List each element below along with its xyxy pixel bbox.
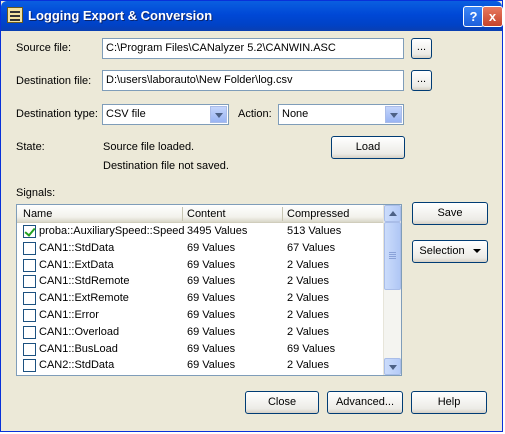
- signal-checkbox[interactable]: [23, 275, 36, 289]
- signal-checkbox[interactable]: [23, 325, 36, 339]
- title-bar[interactable]: Logging Export & Conversion ? x: [1, 1, 503, 31]
- scroll-down-icon[interactable]: [384, 358, 401, 375]
- table-row[interactable]: CAN1::StdData 69 Values 67 Values: [17, 240, 385, 257]
- action-label: Action:: [238, 108, 272, 120]
- signal-compressed: 2 Values: [287, 275, 329, 288]
- signal-checkbox[interactable]: [23, 342, 36, 356]
- source-file-label: Source file:: [16, 42, 72, 54]
- column-header-content[interactable]: Content: [187, 208, 226, 220]
- selection-label: Selection: [419, 245, 465, 257]
- destination-file-input[interactable]: D:\users\laborauto\New Folder\log.csv: [102, 70, 404, 91]
- scroll-up-icon[interactable]: [384, 205, 401, 222]
- signal-compressed: 67 Values: [287, 241, 336, 254]
- help-button[interactable]: Help: [411, 391, 487, 414]
- signal-checkbox[interactable]: [23, 258, 36, 272]
- window-title: Logging Export & Conversion: [28, 8, 213, 23]
- selection-button[interactable]: Selection: [412, 240, 488, 263]
- signal-checkbox[interactable]: [23, 309, 36, 322]
- destination-browse-button[interactable]: ...: [411, 70, 432, 91]
- column-separator[interactable]: [182, 207, 183, 221]
- signal-content: 3495 Values: [187, 225, 248, 237]
- signals-header: Name Content Compressed: [17, 205, 385, 223]
- close-button[interactable]: Close: [245, 391, 319, 414]
- destination-file-label: Destination file:: [16, 75, 92, 87]
- signal-name: CAN1::StdRemote: [39, 275, 130, 288]
- signal-content: 69 Values: [187, 275, 236, 288]
- signal-compressed: 2 Values: [287, 292, 329, 305]
- destination-type-select[interactable]: CSV file: [102, 104, 229, 125]
- table-row[interactable]: CAN1::Error 69 Values 2 Values: [17, 307, 385, 324]
- action-select[interactable]: None: [278, 104, 404, 125]
- table-row[interactable]: CAN1::StdRemote 69 Values 2 Values: [17, 273, 385, 290]
- destination-type-value: CSV file: [106, 108, 146, 120]
- destination-type-label: Destination type:: [16, 108, 98, 120]
- signal-content: 69 Values: [187, 359, 236, 372]
- signal-content: 69 Values: [187, 292, 236, 305]
- state-line-1: Source file loaded.: [103, 141, 195, 153]
- signal-compressed: 2 Values: [287, 359, 329, 372]
- signals-list[interactable]: Name Content Compressed proba::Auxiliary…: [16, 204, 402, 376]
- signal-checkbox[interactable]: [23, 241, 36, 255]
- signal-name: proba::AuxiliarySpeed::Speed: [39, 225, 185, 237]
- signal-compressed: 513 Values: [287, 225, 342, 237]
- load-button[interactable]: Load: [331, 136, 405, 159]
- signal-content: 69 Values: [187, 258, 236, 271]
- save-button[interactable]: Save: [412, 202, 488, 225]
- table-row[interactable]: proba::AuxiliarySpeed::Speed 3495 Values 5…: [17, 223, 385, 240]
- logging-export-dialog: Logging Export & Conversion ? x Source f…: [0, 0, 503, 432]
- app-icon: [7, 7, 23, 23]
- table-row[interactable]: CAN1::Overload 69 Values 2 Values: [17, 324, 385, 341]
- signal-name: CAN1::ExtRemote: [39, 292, 129, 305]
- signal-name: CAN1::Overload: [39, 325, 120, 338]
- column-header-compressed[interactable]: Compressed: [287, 208, 349, 220]
- table-row[interactable]: CAN2::StdData 69 Values 2 Values: [17, 357, 385, 374]
- signals-label: Signals:: [16, 187, 56, 199]
- signal-checkbox[interactable]: [23, 359, 36, 373]
- signal-checkbox[interactable]: [23, 225, 36, 238]
- column-separator[interactable]: [282, 207, 283, 221]
- signal-content: 69 Values: [187, 325, 236, 338]
- source-browse-button[interactable]: ...: [411, 38, 432, 59]
- table-row[interactable]: CAN1::BusLoad 69 Values 69 Values: [17, 341, 385, 358]
- action-value: None: [282, 108, 309, 120]
- chevron-down-icon[interactable]: [210, 106, 227, 123]
- dropdown-arrow-icon: [472, 249, 481, 254]
- signal-name: CAN2::StdData: [39, 359, 115, 372]
- table-row[interactable]: CAN1::ExtData 69 Values 2 Values: [17, 257, 385, 274]
- signal-compressed: 2 Values: [287, 309, 329, 321]
- signal-name: CAN1::ExtData: [39, 258, 114, 271]
- state-label: State:: [16, 141, 45, 153]
- scroll-thumb[interactable]: [384, 222, 401, 290]
- help-title-button[interactable]: ?: [463, 6, 484, 27]
- signal-compressed: 69 Values: [287, 342, 336, 355]
- signal-name: CAN1::StdData: [39, 241, 115, 254]
- signal-compressed: 2 Values: [287, 325, 329, 338]
- signal-content: 69 Values: [187, 241, 236, 254]
- signal-compressed: 2 Values: [287, 258, 329, 271]
- source-file-input[interactable]: C:\Program Files\CANalyzer 5.2\CANWIN.AS…: [102, 38, 404, 59]
- vertical-scrollbar[interactable]: [383, 205, 401, 375]
- signal-name: CAN1::Error: [39, 309, 99, 321]
- signal-checkbox[interactable]: [23, 292, 36, 306]
- chevron-down-icon[interactable]: [385, 106, 402, 123]
- signal-content: 69 Values: [187, 309, 236, 321]
- close-title-button[interactable]: x: [482, 6, 503, 27]
- advanced-button[interactable]: Advanced...: [327, 391, 403, 414]
- signal-name: CAN1::BusLoad: [39, 342, 118, 355]
- table-row[interactable]: CAN1::ExtRemote 69 Values 2 Values: [17, 290, 385, 307]
- signal-content: 69 Values: [187, 342, 236, 355]
- column-header-name[interactable]: Name: [23, 208, 52, 220]
- state-line-2: Destination file not saved.: [103, 160, 229, 172]
